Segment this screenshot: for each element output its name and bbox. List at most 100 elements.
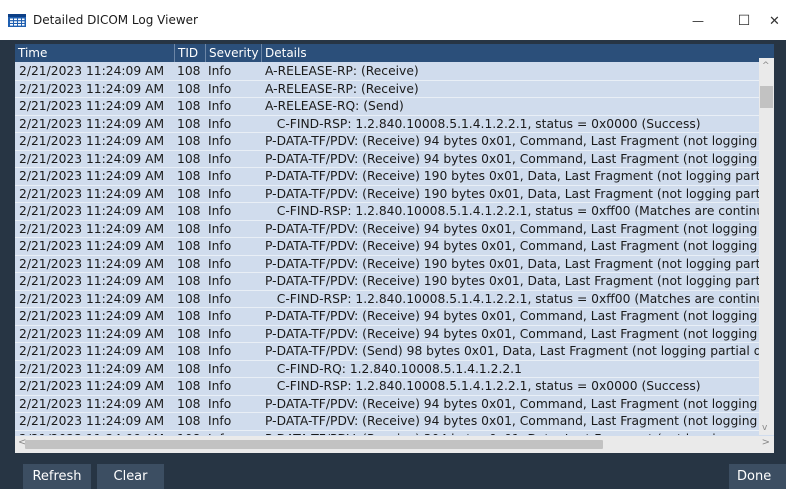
table-row[interactable]: 2/21/2023 11:24:09 AM 108 Info P-DATA-TF/PD… bbox=[15, 396, 774, 413]
horizontal-scroll-thumb[interactable] bbox=[25, 440, 603, 449]
cell-severity: Info bbox=[208, 186, 232, 201]
column-header-severity[interactable]: Severity bbox=[206, 44, 262, 62]
table-row[interactable]: 2/21/2023 11:24:09 AM 108 Info C-FIND-RSP:… bbox=[15, 116, 774, 133]
cell-severity: Info bbox=[208, 361, 232, 376]
cell-time: 2/21/2023 11:24:09 AM bbox=[19, 169, 165, 183]
cell-tid: 108 bbox=[177, 81, 201, 96]
vertical-scrollbar[interactable]: ^ v bbox=[759, 58, 774, 435]
cell-time: 2/21/2023 11:24:09 AM bbox=[19, 151, 165, 166]
cell-severity: Info bbox=[208, 99, 232, 113]
cell-details: P-DATA-TF/PDV: (Receive) 94 bytes 0x01, … bbox=[265, 326, 758, 341]
table-row[interactable]: 2/21/2023 11:24:09 AM 108 Info A-RELEASE-RQ… bbox=[15, 98, 774, 116]
log-table: Time TID Severity Details 2/21/2023 11:2… bbox=[15, 44, 774, 453]
cell-tid: 108 bbox=[177, 221, 201, 236]
scroll-down-icon[interactable]: v bbox=[762, 423, 767, 433]
done-button[interactable]: Done bbox=[729, 464, 786, 489]
cell-details: P-DATA-TF/PDV: (Receive) 94 bytes 0x01, … bbox=[265, 151, 758, 166]
scroll-right-icon[interactable]: > bbox=[762, 437, 770, 448]
cell-tid: 108 bbox=[177, 431, 200, 436]
cell-severity: Info bbox=[208, 291, 232, 306]
table-row[interactable]: 2/21/2023 11:24:09 AM 108 Info P-DATA-TF/PD… bbox=[15, 413, 774, 431]
cell-time: 2/21/2023 11:24:09 AM bbox=[19, 99, 165, 113]
cell-time: 2/21/2023 11:24:09 AM bbox=[19, 204, 165, 218]
maximize-button[interactable]: ☐ bbox=[721, 9, 767, 33]
cell-time: 2/21/2023 11:24:09 AM bbox=[19, 81, 165, 96]
cell-details: P-DATA-TF/PDV: (Receive) 94 bytes 0x01, … bbox=[265, 414, 758, 428]
cell-time: 2/21/2023 11:24:09 AM bbox=[19, 64, 165, 78]
cell-severity: Info bbox=[208, 414, 232, 428]
scroll-up-icon[interactable]: ^ bbox=[762, 61, 770, 71]
column-header-tid[interactable]: TID bbox=[175, 44, 206, 62]
cell-time: 2/21/2023 11:24:09 AM bbox=[19, 116, 165, 131]
table-row[interactable]: 2/21/2023 11:24:09 AM 108 Info P-DATA-TF/PD… bbox=[15, 326, 774, 343]
cell-severity: Info bbox=[208, 309, 232, 323]
clear-button[interactable]: Clear bbox=[97, 464, 164, 489]
cell-time: 2/21/2023 11:24:09 AM bbox=[19, 186, 165, 201]
horizontal-scrollbar[interactable]: < > bbox=[15, 436, 774, 453]
cell-severity: Info bbox=[208, 344, 232, 358]
cell-tid: 108 bbox=[177, 151, 201, 166]
column-header-time[interactable]: Time bbox=[15, 44, 175, 62]
cell-tid: 108 bbox=[177, 169, 201, 183]
table-row[interactable]: 2/21/2023 11:24:09 AM 108 Info P-DATA-TF/PD… bbox=[15, 168, 774, 186]
cell-details: A-RELEASE-RQ: (Send) bbox=[265, 99, 404, 113]
column-header-details[interactable]: Details bbox=[262, 44, 774, 62]
cell-details: A-RELEASE-RP: (Receive) bbox=[265, 64, 419, 78]
cell-tid: 108 bbox=[177, 204, 201, 218]
cell-details: P-DATA-TF/PDV: (Receive) 94 bytes 0x01, … bbox=[265, 396, 758, 411]
table-row[interactable]: 2/21/2023 11:24:09 AM 108 Info P-DATA-TF/PD… bbox=[15, 256, 774, 273]
cell-tid: 108 bbox=[177, 291, 201, 306]
table-row[interactable]: 2/21/2023 11:24:09 AM 108 Info P-DATA-TF/PD… bbox=[15, 151, 774, 168]
cell-tid: 108 bbox=[177, 239, 201, 253]
cell-tid: 108 bbox=[177, 344, 201, 358]
table-row[interactable]: 2/21/2023 11:24:09 AM 108 Info P-DATA-TF/PD… bbox=[15, 133, 774, 151]
minimize-button[interactable]: — bbox=[675, 9, 721, 33]
cell-details: C-FIND-RSP: 1.2.840.10008.5.1.4.1.2.2.1,… bbox=[265, 379, 701, 393]
cell-details: C-FIND-RQ: 1.2.840.10008.5.1.4.1.2.2.1 bbox=[265, 361, 522, 376]
table-row[interactable]: 2/21/2023 11:24:09 AM 108 Info P-DATA-TF/PD… bbox=[15, 238, 774, 256]
cell-details: P-DATA-TF/PDV: (Receive) 94 bytes 0x01, … bbox=[265, 239, 758, 253]
cell-tid: 108 bbox=[177, 99, 201, 113]
table-row[interactable]: 2/21/2023 11:24:09 AM 108 Info P-DATA-TF/PD… bbox=[15, 308, 774, 326]
cell-severity: Info bbox=[208, 169, 232, 183]
cell-details: P-DATA-TF/PDV: (Receive) 190 bytes 0x01,… bbox=[265, 186, 761, 201]
table-row[interactable]: 2/21/2023 11:24:09 AM 108 Info P-DATA-TF/PD… bbox=[15, 273, 774, 291]
table-row[interactable]: 2/21/2023 11:24:09 AM 108 Info P-DATA-TF/PD… bbox=[15, 343, 774, 361]
cell-details: P-DATA-TF/PDV: (Receive) 190 bytes 0x01,… bbox=[265, 169, 761, 183]
cell-tid: 108 bbox=[177, 186, 201, 201]
table-row[interactable]: 2/21/2023 11:24:09 AM 108 Info C-FIND-RSP:… bbox=[15, 291, 774, 308]
table-row[interactable]: 2/21/2023 11:24:09 AM 108 Info P-DATA-TF/PD… bbox=[15, 186, 774, 203]
cell-details: P-DATA-TF/PDV: (Receive) 190 bytes 0x01,… bbox=[265, 274, 761, 288]
cell-details: P-DATA-TF/PDV: (Send) 98 bytes 0x01, Dat… bbox=[265, 344, 762, 358]
cell-tid: 108 bbox=[177, 326, 201, 341]
table-row[interactable]: 2/21/2023 11:24:09 AM 108 Info C-FIND-RSP:… bbox=[15, 378, 774, 396]
table-row[interactable]: 2/21/2023 11:24:09 AM 108 Info A-RELEASE-RP… bbox=[15, 63, 774, 81]
table-row[interactable]: 2/21/2023 11:24:09 AM 108 Info P-DATA-TF/PD… bbox=[15, 221, 774, 238]
cell-details: C-FIND-RSP: 1.2.840.10008.5.1.4.1.2.2.1,… bbox=[265, 204, 765, 218]
cell-details: C-FIND-RSP: 1.2.840.10008.5.1.4.1.2.2.1,… bbox=[265, 291, 765, 306]
close-button[interactable]: ✕ bbox=[763, 9, 786, 33]
close-icon: ✕ bbox=[769, 13, 780, 29]
cell-severity: Info bbox=[208, 256, 232, 271]
minimize-icon: — bbox=[692, 14, 704, 28]
cell-details: P-DATA-TF/PDV: (Receive) 190 bytes 0x01,… bbox=[265, 256, 761, 271]
cell-time: 2/21/2023 11:24:09 AM bbox=[19, 134, 165, 148]
table-row[interactable]: 2/21/2023 11:24:09 AM 108 Info C-FIND-RQ: … bbox=[15, 361, 774, 378]
cell-time: 2/21/2023 11:24:09 AM bbox=[19, 361, 165, 376]
table-row[interactable]: 2/21/2023 11:24:09 AM 108 Info P-DATA-TF/PD… bbox=[15, 431, 774, 436]
cell-severity: Info bbox=[208, 134, 232, 148]
dialog-body: Time TID Severity Details 2/21/2023 11:2… bbox=[0, 40, 786, 489]
app-grid-icon bbox=[8, 14, 26, 27]
cell-time: 2/21/2023 11:24:09 AM bbox=[19, 274, 165, 288]
refresh-button[interactable]: Refresh bbox=[23, 464, 91, 489]
cell-time: 2/21/2023 11:24:09 AM bbox=[19, 344, 165, 358]
title-bar: Detailed DICOM Log Viewer — ☐ ✕ bbox=[0, 0, 786, 40]
table-row[interactable]: 2/21/2023 11:24:09 AM 108 Info A-RELEASE-RP… bbox=[15, 81, 774, 98]
table-row[interactable]: 2/21/2023 11:24:09 AM 108 Info C-FIND-RSP:… bbox=[15, 203, 774, 221]
cell-time: 2/21/2023 11:24:09 AM bbox=[19, 256, 165, 271]
vertical-scroll-thumb[interactable] bbox=[760, 86, 773, 108]
cell-details: P-DATA-TF/PDV: (Receive) 94 bytes 0x01, … bbox=[265, 134, 758, 148]
cell-time: 2/21/2023 11:24:09 AM bbox=[19, 379, 165, 393]
cell-tid: 108 bbox=[177, 309, 201, 323]
cell-details: P-DATA-TF/PDV: (Receive) 94 bytes 0x01, … bbox=[265, 309, 758, 323]
